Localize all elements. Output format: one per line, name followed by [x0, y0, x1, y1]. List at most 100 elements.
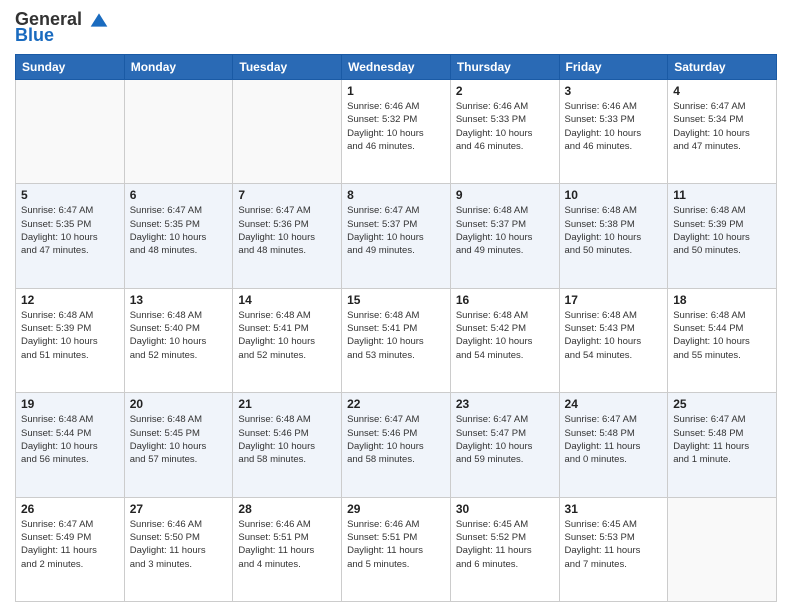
- day-info: Sunrise: 6:47 AMSunset: 5:37 PMDaylight:…: [347, 204, 445, 257]
- calendar-cell: 9 Sunrise: 6:48 AMSunset: 5:37 PMDaylight…: [450, 184, 559, 288]
- calendar-cell: [124, 80, 233, 184]
- day-number: 1: [347, 84, 445, 98]
- day-info: Sunrise: 6:48 AMSunset: 5:40 PMDaylight:…: [130, 309, 228, 362]
- calendar-cell: 18Sunrise: 6:48 AMSunset: 5:44 PMDayligh…: [668, 288, 777, 392]
- day-number: 15: [347, 293, 445, 307]
- calendar-cell: 20 Sunrise: 6:48 AMSunset: 5:45 PMDayligh…: [124, 393, 233, 497]
- day-info: Sunrise: 6:48 AMSunset: 5:42 PMDaylight:…: [456, 309, 554, 362]
- weekday-header-wednesday: Wednesday: [342, 55, 451, 80]
- day-info: Sunrise: 6:46 AMSunset: 5:51 PMDaylight:…: [238, 518, 336, 571]
- day-number: 10: [565, 188, 663, 202]
- calendar-cell: 23Sunrise: 6:47 AMSunset: 5:47 PMDayligh…: [450, 393, 559, 497]
- calendar-week-2: 5 Sunrise: 6:47 AMSunset: 5:35 PMDaylight…: [16, 184, 777, 288]
- calendar-cell: 5 Sunrise: 6:47 AMSunset: 5:35 PMDaylight…: [16, 184, 125, 288]
- calendar-cell: 15 Sunrise: 6:48 AMSunset: 5:41 PMDayligh…: [342, 288, 451, 392]
- day-number: 2: [456, 84, 554, 98]
- day-number: 11: [673, 188, 771, 202]
- day-info: Sunrise: 6:45 AMSunset: 5:53 PMDaylight:…: [565, 518, 663, 571]
- calendar-cell: 16 Sunrise: 6:48 AMSunset: 5:42 PMDayligh…: [450, 288, 559, 392]
- day-info: Sunrise: 6:48 AMSunset: 5:39 PMDaylight:…: [21, 309, 119, 362]
- calendar-cell: 1 Sunrise: 6:46 AMSunset: 5:32 PMDaylight…: [342, 80, 451, 184]
- day-number: 7: [238, 188, 336, 202]
- day-info: Sunrise: 6:48 AMSunset: 5:43 PMDaylight:…: [565, 309, 663, 362]
- logo-icon: [89, 10, 109, 30]
- calendar-cell: 10Sunrise: 6:48 AMSunset: 5:38 PMDayligh…: [559, 184, 668, 288]
- day-info: Sunrise: 6:47 AMSunset: 5:36 PMDaylight:…: [238, 204, 336, 257]
- day-info: Sunrise: 6:48 AMSunset: 5:41 PMDaylight:…: [347, 309, 445, 362]
- day-number: 28: [238, 502, 336, 516]
- day-info: Sunrise: 6:46 AMSunset: 5:32 PMDaylight:…: [347, 100, 445, 153]
- day-number: 30: [456, 502, 554, 516]
- logo: General Blue: [15, 10, 109, 46]
- calendar-cell: 24Sunrise: 6:47 AMSunset: 5:48 PMDayligh…: [559, 393, 668, 497]
- calendar-cell: 12 Sunrise: 6:48 AMSunset: 5:39 PMDayligh…: [16, 288, 125, 392]
- calendar-cell: [668, 497, 777, 601]
- day-number: 12: [21, 293, 119, 307]
- day-number: 19: [21, 397, 119, 411]
- day-info: Sunrise: 6:47 AMSunset: 5:46 PMDaylight:…: [347, 413, 445, 466]
- calendar-week-5: 26Sunrise: 6:47 AMSunset: 5:49 PMDayligh…: [16, 497, 777, 601]
- calendar-cell: 19Sunrise: 6:48 AMSunset: 5:44 PMDayligh…: [16, 393, 125, 497]
- day-info: Sunrise: 6:47 AMSunset: 5:34 PMDaylight:…: [673, 100, 771, 153]
- day-number: 27: [130, 502, 228, 516]
- calendar-cell: 3 Sunrise: 6:46 AMSunset: 5:33 PMDaylight…: [559, 80, 668, 184]
- calendar-cell: 27 Sunrise: 6:46 AMSunset: 5:50 PMDayligh…: [124, 497, 233, 601]
- calendar-cell: [16, 80, 125, 184]
- day-info: Sunrise: 6:47 AMSunset: 5:48 PMDaylight:…: [565, 413, 663, 466]
- day-number: 14: [238, 293, 336, 307]
- day-info: Sunrise: 6:46 AMSunset: 5:33 PMDaylight:…: [565, 100, 663, 153]
- weekday-header-sunday: Sunday: [16, 55, 125, 80]
- day-info: Sunrise: 6:48 AMSunset: 5:39 PMDaylight:…: [673, 204, 771, 257]
- weekday-header-row: SundayMondayTuesdayWednesdayThursdayFrid…: [16, 55, 777, 80]
- day-number: 29: [347, 502, 445, 516]
- weekday-header-tuesday: Tuesday: [233, 55, 342, 80]
- day-number: 21: [238, 397, 336, 411]
- calendar-week-1: 1 Sunrise: 6:46 AMSunset: 5:32 PMDaylight…: [16, 80, 777, 184]
- day-info: Sunrise: 6:47 AMSunset: 5:35 PMDaylight:…: [21, 204, 119, 257]
- day-number: 16: [456, 293, 554, 307]
- logo-blue-text: Blue: [15, 25, 54, 45]
- calendar-cell: 11 Sunrise: 6:48 AMSunset: 5:39 PMDayligh…: [668, 184, 777, 288]
- day-number: 4: [673, 84, 771, 98]
- day-number: 22: [347, 397, 445, 411]
- day-info: Sunrise: 6:47 AMSunset: 5:35 PMDaylight:…: [130, 204, 228, 257]
- day-info: Sunrise: 6:46 AMSunset: 5:50 PMDaylight:…: [130, 518, 228, 571]
- day-number: 6: [130, 188, 228, 202]
- day-info: Sunrise: 6:46 AMSunset: 5:51 PMDaylight:…: [347, 518, 445, 571]
- calendar-cell: 29 Sunrise: 6:46 AMSunset: 5:51 PMDayligh…: [342, 497, 451, 601]
- calendar-cell: 17 Sunrise: 6:48 AMSunset: 5:43 PMDayligh…: [559, 288, 668, 392]
- day-info: Sunrise: 6:48 AMSunset: 5:41 PMDaylight:…: [238, 309, 336, 362]
- calendar-cell: 6 Sunrise: 6:47 AMSunset: 5:35 PMDaylight…: [124, 184, 233, 288]
- calendar-cell: 25 Sunrise: 6:47 AMSunset: 5:48 PMDayligh…: [668, 393, 777, 497]
- day-number: 8: [347, 188, 445, 202]
- calendar-cell: 26Sunrise: 6:47 AMSunset: 5:49 PMDayligh…: [16, 497, 125, 601]
- calendar-cell: 8 Sunrise: 6:47 AMSunset: 5:37 PMDaylight…: [342, 184, 451, 288]
- calendar-week-3: 12 Sunrise: 6:48 AMSunset: 5:39 PMDayligh…: [16, 288, 777, 392]
- day-info: Sunrise: 6:47 AMSunset: 5:48 PMDaylight:…: [673, 413, 771, 466]
- calendar-cell: 14 Sunrise: 6:48 AMSunset: 5:41 PMDayligh…: [233, 288, 342, 392]
- day-number: 25: [673, 397, 771, 411]
- day-number: 9: [456, 188, 554, 202]
- weekday-header-saturday: Saturday: [668, 55, 777, 80]
- day-info: Sunrise: 6:46 AMSunset: 5:33 PMDaylight:…: [456, 100, 554, 153]
- calendar-table: SundayMondayTuesdayWednesdayThursdayFrid…: [15, 54, 777, 602]
- day-info: Sunrise: 6:47 AMSunset: 5:49 PMDaylight:…: [21, 518, 119, 571]
- calendar-cell: 30Sunrise: 6:45 AMSunset: 5:52 PMDayligh…: [450, 497, 559, 601]
- day-number: 5: [21, 188, 119, 202]
- weekday-header-friday: Friday: [559, 55, 668, 80]
- calendar-cell: 22 Sunrise: 6:47 AMSunset: 5:46 PMDayligh…: [342, 393, 451, 497]
- calendar-cell: 31 Sunrise: 6:45 AMSunset: 5:53 PMDayligh…: [559, 497, 668, 601]
- day-number: 13: [130, 293, 228, 307]
- day-number: 3: [565, 84, 663, 98]
- day-info: Sunrise: 6:48 AMSunset: 5:37 PMDaylight:…: [456, 204, 554, 257]
- calendar-cell: 2 Sunrise: 6:46 AMSunset: 5:33 PMDaylight…: [450, 80, 559, 184]
- calendar-cell: 21Sunrise: 6:48 AMSunset: 5:46 PMDayligh…: [233, 393, 342, 497]
- calendar-cell: [233, 80, 342, 184]
- weekday-header-monday: Monday: [124, 55, 233, 80]
- day-number: 31: [565, 502, 663, 516]
- day-number: 20: [130, 397, 228, 411]
- header: General Blue: [15, 10, 777, 46]
- weekday-header-thursday: Thursday: [450, 55, 559, 80]
- day-number: 17: [565, 293, 663, 307]
- day-info: Sunrise: 6:48 AMSunset: 5:45 PMDaylight:…: [130, 413, 228, 466]
